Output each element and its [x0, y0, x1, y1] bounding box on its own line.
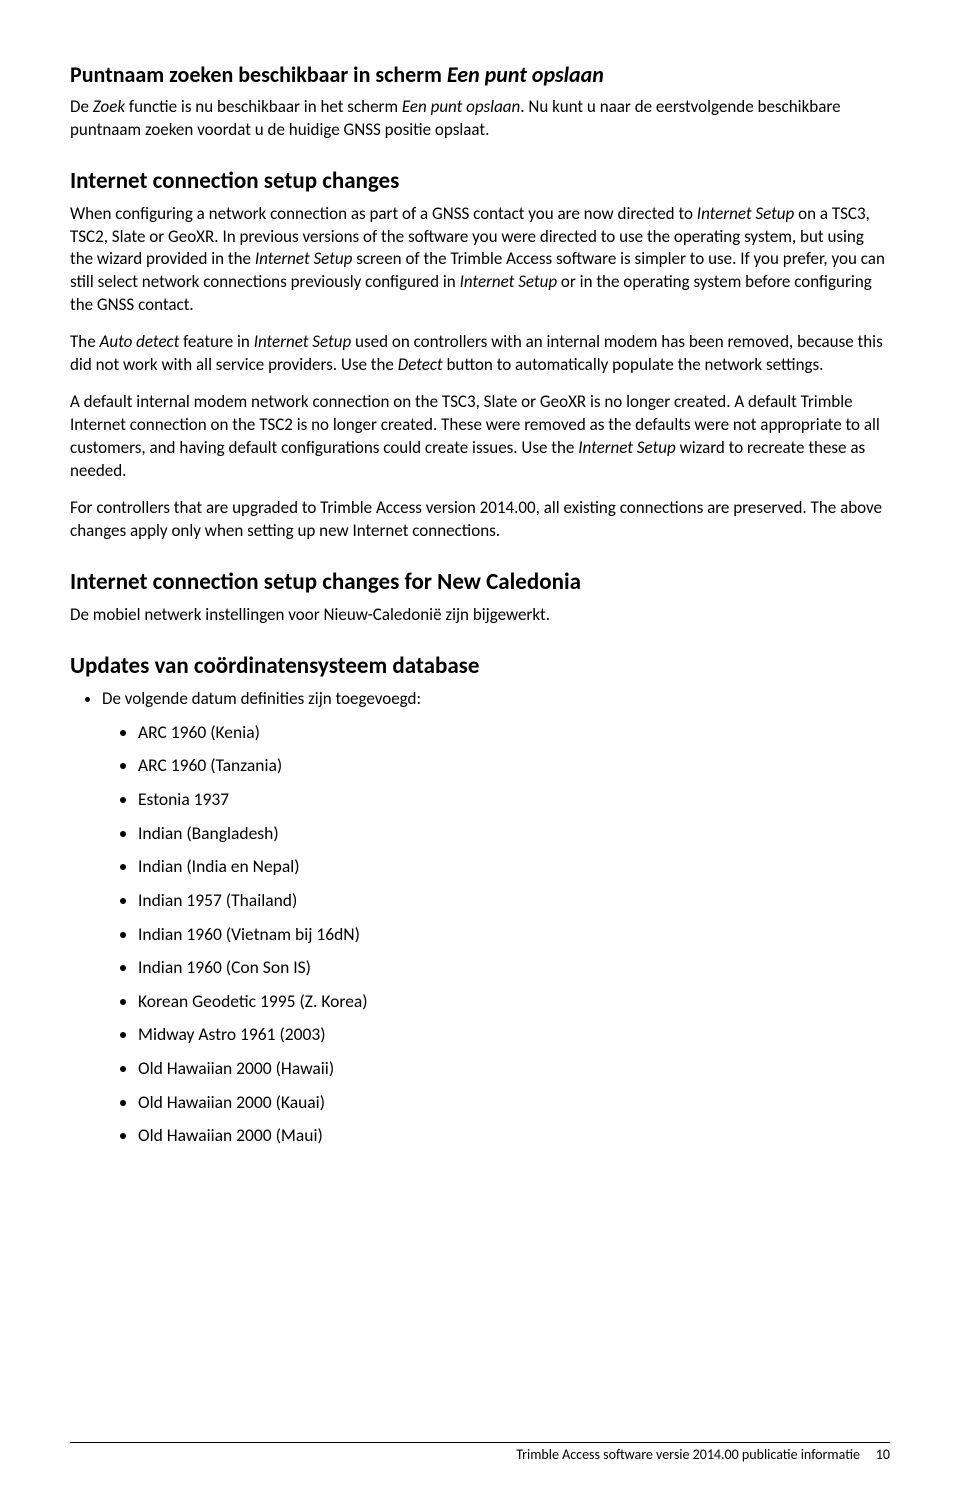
- list-item: Indian 1960 (Con Son IS): [138, 956, 890, 980]
- paragraph: For controllers that are upgraded to Tri…: [70, 497, 890, 543]
- list-item: ARC 1960 (Kenia): [138, 721, 890, 745]
- paragraph: De mobiel netwerk instellingen voor Nieu…: [70, 604, 890, 627]
- list-item: Midway Astro 1961 (2003): [138, 1023, 890, 1047]
- paragraph: A default internal modem network connect…: [70, 391, 890, 483]
- footer-page: 10: [876, 1446, 890, 1463]
- list-item: Indian 1957 (Thailand): [138, 889, 890, 913]
- list-item: Indian 1960 (Vietnam bij 16dN): [138, 923, 890, 947]
- paragraph: The Auto detect feature in Internet Setu…: [70, 331, 890, 377]
- list-item: Estonia 1937: [138, 788, 890, 812]
- heading-internet-setup: Internet connection setup changes: [70, 166, 890, 197]
- footer-text: Trimble Access software versie 2014.00 p…: [516, 1446, 860, 1463]
- paragraph: De Zoek functie is nu beschikbaar in het…: [70, 96, 890, 142]
- footer: Trimble Access software versie 2014.00 p…: [516, 1446, 890, 1465]
- list-item: ARC 1960 (Tanzania): [138, 754, 890, 778]
- outer-list: De volgende datum definities zijn toegev…: [70, 688, 890, 1148]
- heading-coord-db: Updates van coördinatensysteem database: [70, 651, 890, 682]
- list-item: Old Hawaiian 2000 (Maui): [138, 1124, 890, 1148]
- list-item: Indian (India en Nepal): [138, 855, 890, 879]
- heading-new-caledonia: Internet connection setup changes for Ne…: [70, 567, 890, 598]
- list-item: Old Hawaiian 2000 (Kauai): [138, 1091, 890, 1115]
- heading-text: Puntnaam zoeken beschikbaar in scherm: [70, 61, 447, 88]
- list-item: Korean Geodetic 1995 (Z. Korea): [138, 990, 890, 1014]
- paragraph: When configuring a network connection as…: [70, 203, 890, 318]
- list-item: Indian (Bangladesh): [138, 822, 890, 846]
- heading-em: Een punt opslaan: [447, 61, 604, 88]
- inner-list: ARC 1960 (Kenia) ARC 1960 (Tanzania) Eston…: [102, 721, 890, 1148]
- list-item: Old Hawaiian 2000 (Hawaii): [138, 1057, 890, 1081]
- heading-puntnaam: Puntnaam zoeken beschikbaar in scherm Ee…: [70, 60, 890, 90]
- footer-divider: [70, 1442, 890, 1443]
- list-intro: De volgende datum definities zijn toegev…: [102, 688, 890, 1148]
